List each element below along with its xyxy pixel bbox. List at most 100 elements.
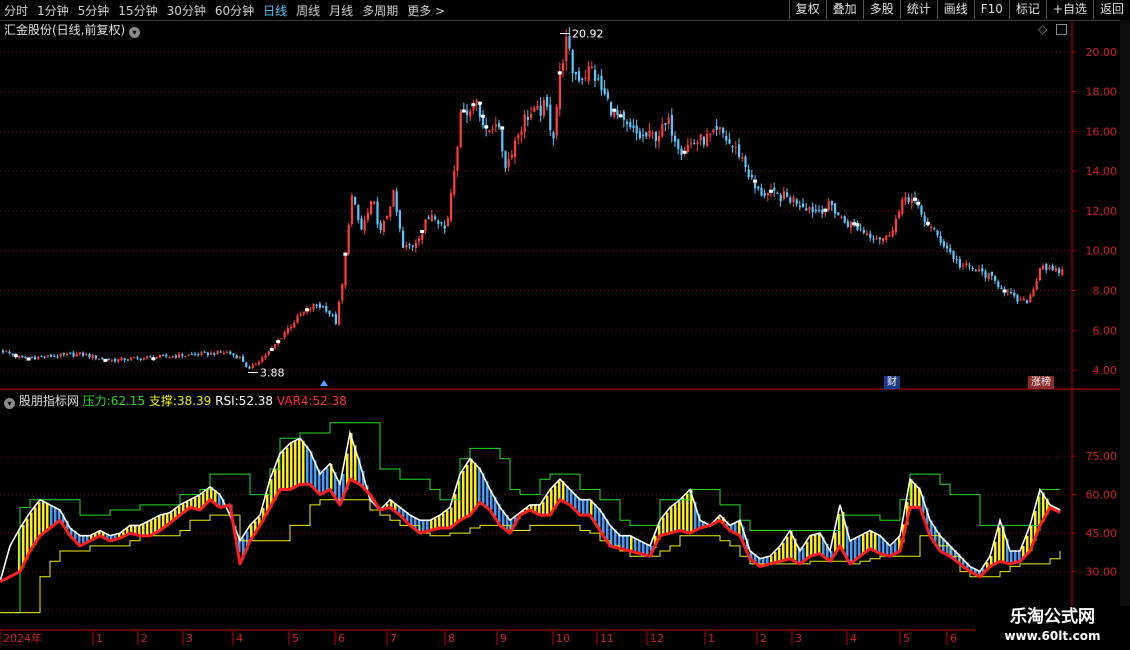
candle-doji [151, 357, 156, 361]
x-month-label: 9 [500, 632, 507, 645]
candle-body [194, 353, 197, 355]
candle-doji [682, 150, 687, 154]
candle-body [258, 361, 261, 365]
candle-body [942, 241, 945, 247]
candle-body [706, 133, 709, 146]
candle-body [219, 351, 222, 353]
candle-doji [855, 223, 860, 227]
candle-body [546, 97, 549, 107]
candle-body [696, 142, 699, 144]
candle-body [197, 354, 200, 356]
indicator-bar [466, 464, 469, 518]
indicator-bar [814, 534, 817, 556]
candle-body [69, 352, 72, 354]
candle-doji [1002, 289, 1007, 293]
candle-body [738, 144, 741, 157]
candle-body [254, 364, 257, 366]
candle-doji [103, 358, 108, 362]
candle-body [965, 263, 968, 266]
candle-doji [13, 354, 18, 358]
candle-doji [343, 252, 348, 256]
badge-cai[interactable]: 财 [884, 376, 900, 389]
candle-body [651, 132, 654, 134]
candle-body [206, 352, 209, 356]
candle-body [786, 192, 789, 197]
candle-body [334, 314, 337, 324]
indicator-bar [874, 532, 877, 551]
price-tick-label: 12.00 [1086, 205, 1118, 218]
candle-body [443, 225, 446, 229]
chevron-down-icon[interactable]: ▾ [4, 398, 15, 409]
candle-body [149, 356, 152, 358]
candle-body [968, 265, 971, 267]
candle-body [971, 268, 974, 270]
candle-body [286, 327, 289, 334]
indicator-bar [38, 502, 41, 539]
indicator-bar [462, 471, 465, 520]
watermark-logo: 乐淘公式网 www.60lt.com [975, 606, 1130, 650]
candle-body [757, 186, 760, 189]
candle-body [1045, 263, 1048, 271]
candle-body [30, 356, 33, 358]
candle-body [379, 222, 382, 231]
support-label: 支撑: [148, 394, 177, 408]
indicator-bar [674, 504, 677, 533]
candle-body [709, 133, 712, 135]
candle-body [741, 156, 744, 159]
indicator-bar [682, 497, 685, 532]
candle-body [293, 322, 296, 328]
candle-body [11, 353, 14, 356]
candle-body [658, 135, 661, 142]
candle-doji [618, 114, 623, 118]
candle-body [984, 271, 987, 278]
candle-body [946, 245, 949, 249]
candle-body [232, 353, 235, 356]
candle-body [792, 197, 795, 203]
candle-body [318, 303, 321, 308]
candle-body [632, 125, 635, 128]
candle-body [88, 354, 91, 358]
x-month-label: 7 [390, 632, 397, 645]
candle-body [370, 200, 373, 215]
candle-body [24, 356, 27, 358]
candle-body [248, 366, 251, 369]
candle-body [574, 72, 577, 75]
candle-body [677, 139, 680, 150]
side-scroll-strip[interactable] [1120, 20, 1130, 630]
candle-body [1042, 265, 1045, 270]
x-month-label: 2 [760, 632, 767, 645]
diamond-icon[interactable]: ◇ [1038, 22, 1047, 36]
candle-body [8, 351, 11, 354]
candle-body [869, 233, 872, 238]
indicator-tick-label: 75.00 [1086, 450, 1118, 463]
candle-body [328, 310, 331, 315]
candle-doji [269, 347, 274, 351]
candle-body [584, 77, 587, 79]
indicator-tick-label: 30.00 [1086, 566, 1118, 579]
candle-body [238, 356, 241, 358]
candle-body [888, 235, 891, 237]
indicator-bar [322, 472, 325, 494]
badge-zhangbang[interactable]: 涨榜 [1028, 376, 1054, 389]
candle-body [997, 281, 1000, 288]
candle-body [814, 210, 817, 212]
candle-body [629, 122, 632, 128]
indicator-bar [542, 501, 545, 516]
candle-body [510, 154, 513, 158]
candle-body [654, 131, 657, 142]
chevron-down-icon[interactable]: ▾ [129, 27, 141, 38]
candle-body [750, 174, 753, 178]
candle-body [901, 199, 904, 214]
candle-doji [769, 189, 773, 193]
candlestick-series [2, 27, 1064, 370]
candle-body [117, 359, 120, 362]
var4-value: 52.38 [312, 394, 347, 408]
candle-body [587, 66, 590, 82]
x-month-label: 2 [141, 632, 148, 645]
panel-settings-icon[interactable] [1056, 24, 1067, 35]
candle-body [123, 358, 126, 361]
candle-body [187, 354, 190, 356]
candle-body [558, 71, 561, 110]
low-price-label: 3.88 [260, 366, 285, 379]
candle-doji [26, 357, 31, 361]
